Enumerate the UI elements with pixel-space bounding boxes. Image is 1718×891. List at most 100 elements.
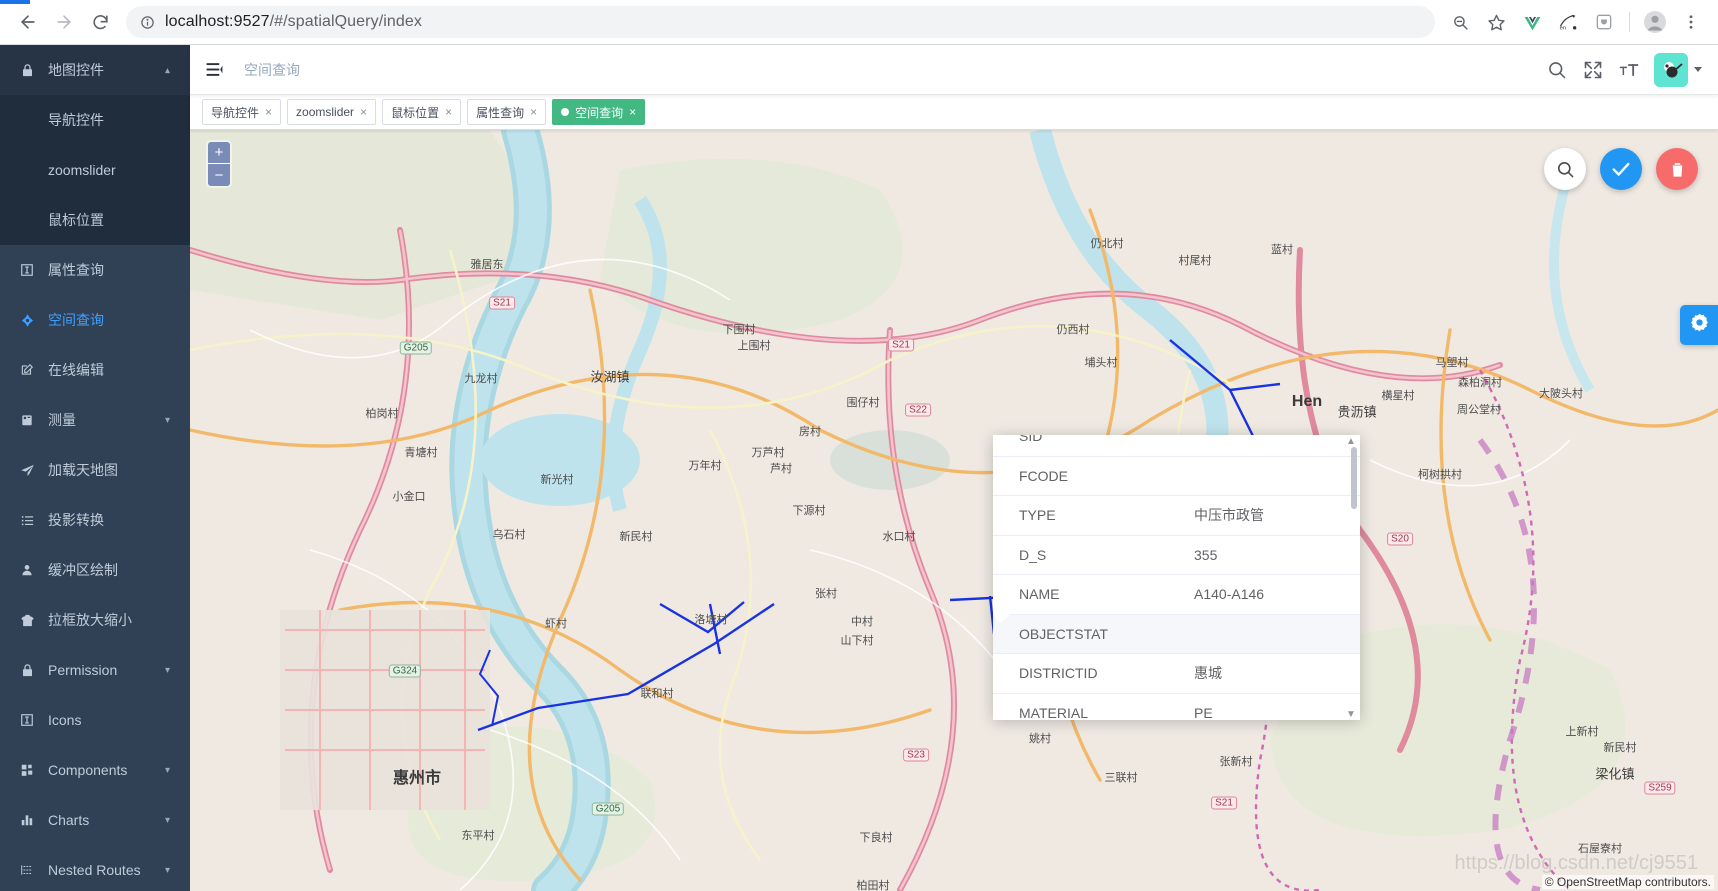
extension-icon[interactable] — [1587, 5, 1621, 39]
sidebar-item-label: Charts — [48, 812, 90, 828]
info-square-icon — [20, 713, 42, 727]
url-text: localhost:9527/#/spatialQuery/index — [165, 13, 422, 30]
zoom-in-button[interactable]: + — [208, 142, 230, 164]
chevron-down-icon[interactable]: ▼ — [1345, 708, 1357, 720]
map-label: 下源村 — [792, 505, 826, 517]
map-label: 房村 — [799, 426, 821, 438]
search-icon[interactable] — [1546, 59, 1568, 81]
search-circle-button[interactable] — [1544, 148, 1586, 190]
address-bar[interactable]: localhost:9527/#/spatialQuery/index — [126, 6, 1435, 38]
map-label: 姚村 — [1029, 733, 1051, 745]
svg-text:en: en — [1560, 26, 1566, 32]
sidebar-item-nested-routes[interactable]: Nested Routes ▾ — [0, 845, 190, 891]
map-label: 蓝村 — [1271, 244, 1293, 256]
sidebar-item-online-edit[interactable]: 在线编辑 — [0, 345, 190, 395]
tab-nav-control[interactable]: 导航控件 × — [202, 99, 282, 125]
toolbar-divider — [1629, 12, 1630, 32]
sidebar-item-charts[interactable]: Charts ▾ — [0, 795, 190, 845]
sidebar-item-icons[interactable]: Icons — [0, 695, 190, 745]
sidebar-item-box-zoom[interactable]: 拉框放大缩小 — [0, 595, 190, 645]
sidebar-item-permission[interactable]: Permission ▾ — [0, 645, 190, 695]
sidebar-item-nav-control[interactable]: 导航控件 — [0, 95, 190, 145]
chevron-down-icon[interactable] — [1694, 67, 1702, 72]
road-shield: G324 — [388, 664, 422, 678]
sidebar-item-spatial-query[interactable]: 空间查询 — [0, 295, 190, 345]
zoom-out-button[interactable]: − — [208, 164, 230, 186]
tab-label: 鼠标位置 — [391, 105, 440, 120]
map-viewport[interactable]: 仍北村 村尾村 蓝村 雅居东 下围村 上围村 仍西村 埔头村 马塱村 九龙村 汝湖镇 横星村 森柏洞村大… — [190, 130, 1718, 891]
map-label: 梁化镇 — [1595, 766, 1635, 782]
map-label: 仍北村 — [1090, 238, 1124, 250]
close-icon[interactable]: × — [445, 106, 452, 118]
close-icon[interactable]: × — [629, 106, 636, 118]
attribute-key: OBJECTSTAT — [1019, 625, 1108, 642]
sidebar-item-components[interactable]: Components ▾ — [0, 745, 190, 795]
attribute-popup[interactable]: SID FCODE TYPE 中压市政管 D_S 355 NAME A140-A146 OBJE… — [993, 435, 1360, 720]
tab-attribute-query[interactable]: 属性查询 × — [467, 99, 547, 125]
sidebar-item-label: Icons — [48, 712, 82, 728]
tab-zoomslider[interactable]: zoomslider × — [287, 99, 377, 125]
chevron-down-icon: ▾ — [164, 764, 170, 776]
attribute-row[interactable]: D_S 355 — [993, 536, 1360, 575]
star-bookmark-icon[interactable] — [1479, 5, 1513, 39]
sidebar-item-zoomslider[interactable]: zoomslider — [0, 145, 190, 195]
sidebar-item-measure[interactable]: 测量 ▾ — [0, 395, 190, 445]
attribute-row[interactable]: SID — [993, 435, 1360, 457]
attribute-row[interactable]: NAME A140-A146 — [993, 575, 1360, 615]
attribute-row[interactable]: OBJECTSTAT — [993, 613, 1360, 654]
road-shield: S22 — [905, 403, 931, 417]
sidebar-item-attribute-query[interactable]: 属性查询 — [0, 245, 190, 295]
site-info-icon[interactable] — [140, 15, 155, 30]
text-size-icon[interactable] — [1618, 59, 1640, 81]
sidebar-item-mouse-position[interactable]: 鼠标位置 — [0, 195, 190, 245]
zoom-out-icon[interactable] — [1443, 5, 1477, 39]
sidebar-item-label: 属性查询 — [48, 262, 104, 278]
map-label: 柏田村 — [856, 880, 890, 891]
profile-avatar-icon[interactable] — [1638, 5, 1672, 39]
map-label: 村尾村 — [1178, 255, 1212, 267]
confirm-circle-button[interactable] — [1600, 148, 1642, 190]
attribute-row[interactable]: DISTRICTID 惠城 — [993, 654, 1360, 694]
close-icon[interactable]: × — [530, 106, 537, 118]
sidebar-item-label: 测量 — [48, 412, 76, 428]
translate-extension-icon[interactable]: en — [1551, 5, 1585, 39]
tab-spatial-query[interactable]: 空间查询 × — [552, 99, 646, 125]
map-label: 横星村 — [1381, 390, 1415, 402]
sidebar-item-buffer-draw[interactable]: 缓冲区绘制 — [0, 545, 190, 595]
attribute-row[interactable]: FCODE — [993, 457, 1360, 496]
three-dot-menu-icon[interactable] — [1674, 5, 1708, 39]
popup-scrollbar-thumb[interactable] — [1351, 447, 1357, 509]
map-label: 万年村 — [688, 460, 722, 472]
attribute-value: 中压市政管 — [1194, 507, 1264, 524]
sidebar: 地图控件 ▾ 导航控件 zoomslider 鼠标位置 属性查询 空间查询 在线… — [0, 45, 190, 891]
sidebar-group-map-controls[interactable]: 地图控件 ▾ — [0, 45, 190, 95]
sidebar-item-load-tianditu[interactable]: 加载天地图 — [0, 445, 190, 495]
map-settings-panel-toggle[interactable] — [1680, 305, 1718, 345]
browser-reload-button[interactable] — [82, 4, 118, 40]
breadcrumb[interactable]: 空间查询 — [244, 60, 300, 80]
close-icon[interactable]: × — [360, 106, 367, 118]
delete-circle-button[interactable] — [1656, 148, 1698, 190]
fullscreen-icon[interactable] — [1582, 59, 1604, 81]
attribute-value: PE — [1194, 704, 1213, 720]
close-icon[interactable]: × — [265, 106, 272, 118]
hamburger-menu-icon[interactable] — [202, 58, 226, 82]
tab-mouse-position[interactable]: 鼠标位置 × — [382, 99, 462, 125]
vue-devtools-icon[interactable] — [1515, 5, 1549, 39]
sidebar-item-projection-convert[interactable]: 投影转换 — [0, 495, 190, 545]
attribute-row[interactable]: TYPE 中压市政管 — [993, 496, 1360, 536]
attribute-row-list[interactable]: SID FCODE TYPE 中压市政管 D_S 355 NAME A140-A146 OBJE… — [993, 435, 1360, 720]
browser-forward-button[interactable] — [46, 4, 82, 40]
attribute-row[interactable]: MATERIAL PE — [993, 694, 1360, 720]
user-menu[interactable] — [1654, 52, 1702, 87]
chevron-up-icon[interactable]: ▲ — [1345, 435, 1357, 447]
browser-back-button[interactable] — [10, 4, 46, 40]
sidebar-item-label: Permission — [48, 662, 118, 678]
user-avatar-image[interactable] — [1654, 52, 1688, 87]
map-label: 埔头村 — [1084, 357, 1118, 369]
attribute-key: MATERIAL — [1019, 704, 1088, 720]
map-zoom-control[interactable]: + − — [208, 142, 230, 186]
chevron-down-icon: ▾ — [164, 664, 170, 676]
tab-label: zoomslider — [296, 105, 355, 119]
map-label: 贵沥镇 — [1337, 404, 1377, 420]
